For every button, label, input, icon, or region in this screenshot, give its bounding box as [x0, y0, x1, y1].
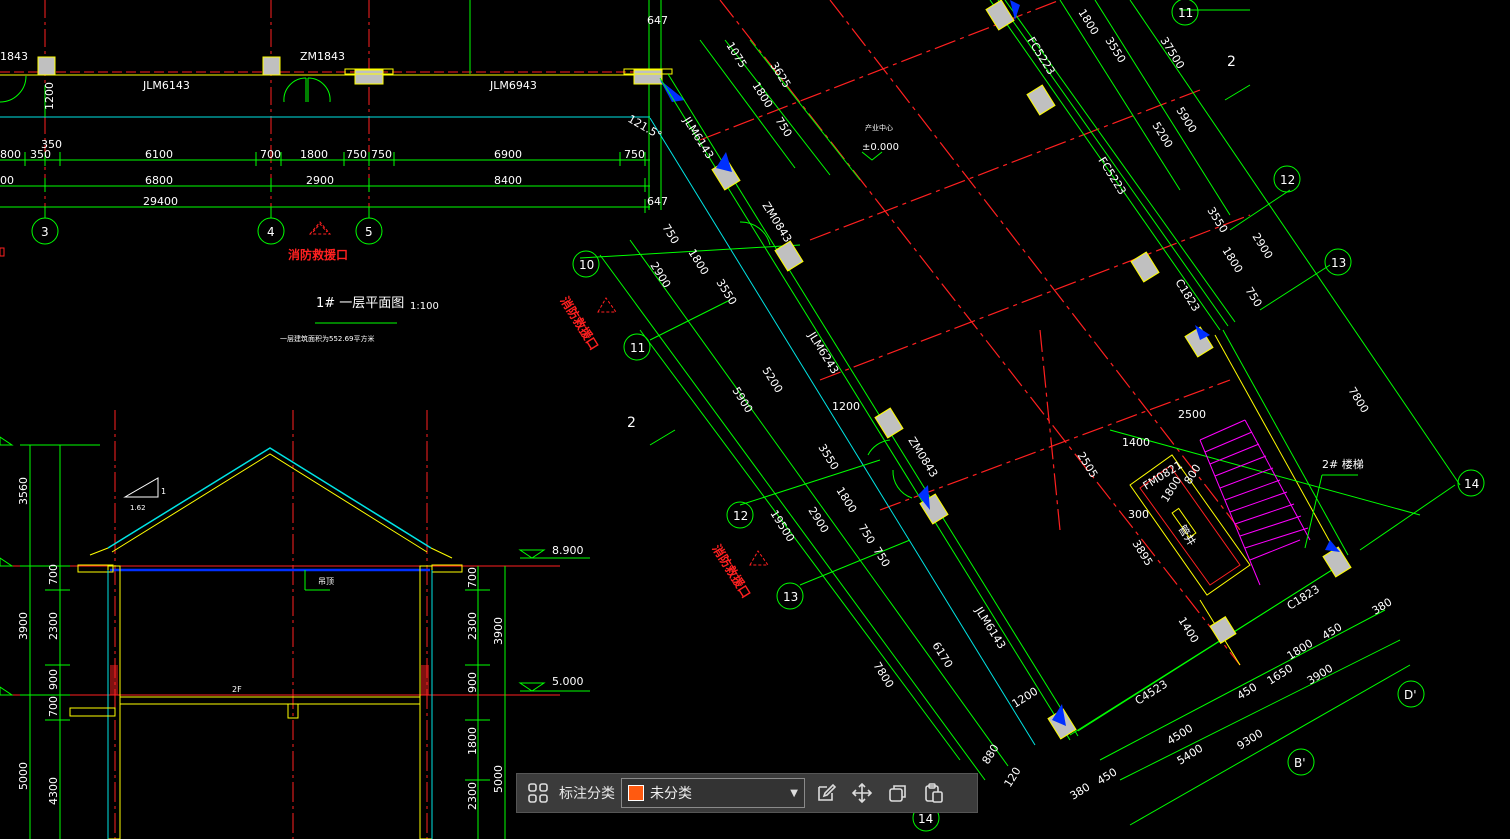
plan-door-jlm6143: JLM6143: [142, 79, 190, 92]
category-color-swatch: [628, 785, 644, 801]
section-dim-l-4: 900: [47, 669, 60, 690]
rot-room-dim-5: 300: [1128, 508, 1149, 521]
rot-axis-l-11: 11: [630, 341, 645, 355]
category-label: 标注分类: [559, 786, 615, 802]
plan-area-note: 一层建筑面积为552.69平方米: [280, 334, 375, 343]
annotation-toolbar: 标注分类 未分类 ▼: [516, 773, 978, 813]
copy-icon: [889, 785, 906, 802]
plan-dim-row2-1: 6800: [145, 174, 173, 187]
plan-door-jlm6943: JLM6943: [489, 79, 537, 92]
plan-door-zm1843: ZM1843: [300, 50, 345, 63]
paste-icon: [925, 783, 943, 803]
category-select[interactable]: 未分类 ▼: [621, 778, 805, 808]
plan-dim-1200: 1200: [43, 82, 56, 110]
section-ceiling-label: 吊顶: [318, 577, 334, 586]
rot-axis-l-13: 13: [783, 590, 798, 604]
section-dim-r-6: 2300: [466, 782, 479, 810]
plan-scale: 1:100: [410, 301, 439, 312]
plan-axis-5: 5: [365, 225, 373, 239]
rot-axis-r-11: 11: [1178, 6, 1193, 20]
plan-dim-350: 350: [41, 138, 62, 151]
plan-title: 1# 一层平面图: [316, 296, 404, 311]
rot-section-mark-2: 2: [1227, 54, 1236, 70]
section-dim-l-7: 4300: [47, 777, 60, 805]
plan-dim-647a: 647: [647, 14, 668, 27]
section-dim-r-5: 5000: [492, 765, 505, 793]
plan-dim-total: 29400: [143, 195, 178, 208]
grid-menu-button[interactable]: [523, 778, 553, 808]
section-floor-label: 2F: [232, 685, 242, 694]
plan-fire-entrance: 消防救援口: [288, 247, 348, 262]
rot-section-mark: 2: [627, 415, 636, 431]
cad-canvas[interactable]: 800 350 6100 700 1800 750 750 6900 750 0…: [0, 0, 1510, 839]
plan-dim-5: 750: [346, 148, 367, 161]
plan-dim-row2-2: 2900: [306, 174, 334, 187]
section-elev-8900: 8.900: [552, 544, 584, 557]
plan-axis-3: 3: [41, 225, 49, 239]
plan-dim-3: 700: [260, 148, 281, 161]
section-dim-l-6: 5000: [17, 762, 30, 790]
plan-dim-4: 1800: [300, 148, 328, 161]
chevron-down-icon: ▼: [790, 787, 798, 799]
rot-room-dim-8: 1200: [832, 400, 860, 413]
plan-dim-0: 800: [0, 148, 21, 161]
section-dim-l-5: 700: [47, 696, 60, 717]
rot-stair-label: 2# 楼梯: [1322, 457, 1364, 471]
rot-axis-r-14: 14: [1464, 477, 1479, 491]
section-dim-l-0: 3560: [17, 477, 30, 505]
plan-dim-row2-0: 00: [0, 174, 14, 187]
paste-button[interactable]: [919, 778, 949, 808]
category-selected: 未分类: [650, 786, 692, 802]
move-icon: [851, 782, 873, 804]
section-elev-5000: 5.000: [552, 675, 584, 688]
rot-axis-r-12: 12: [1280, 173, 1295, 187]
rot-axis-d: D': [1404, 688, 1417, 702]
rot-room-dim-0: 2500: [1178, 408, 1206, 421]
section-dim-l-1: 700: [47, 564, 60, 585]
section-dim-r-2: 3900: [492, 617, 505, 645]
edit-button[interactable]: [811, 778, 841, 808]
edit-icon: [818, 783, 837, 801]
rot-axis-14: 14: [918, 812, 933, 826]
plan-dim-8: 750: [624, 148, 645, 161]
rot-elev-origin: ±0.000: [862, 142, 899, 153]
rot-room-dim-1: 1400: [1122, 436, 1150, 449]
grid-menu-icon: [528, 783, 548, 803]
rot-axis-l-10: 10: [579, 258, 594, 272]
rot-axis-l-12: 12: [733, 509, 748, 523]
copy-button[interactable]: [883, 778, 913, 808]
section-dim-r-1: 2300: [466, 612, 479, 640]
section-dim-r-0: 700: [466, 567, 479, 588]
plan-dim-2: 6100: [145, 148, 173, 161]
rot-axis-r-13: 13: [1331, 256, 1346, 270]
section-dim-l-2: 3900: [17, 612, 30, 640]
section-dim-r-3: 900: [466, 672, 479, 693]
plan-dim-row2-3: 8400: [494, 174, 522, 187]
plan-axis-4: 4: [267, 225, 275, 239]
rot-elev-note: 产业中心: [865, 123, 893, 132]
plan-dim-6: 750: [371, 148, 392, 161]
rot-axis-b: B': [1294, 756, 1306, 770]
section-dim-r-4: 1800: [466, 727, 479, 755]
section-slope-top: 1: [161, 487, 166, 496]
plan-dim-7: 6900: [494, 148, 522, 161]
plan-dim-647b: 647: [647, 195, 668, 208]
section-dim-l-3: 2300: [47, 612, 60, 640]
move-button[interactable]: [847, 778, 877, 808]
plan-door-1843: 1843: [0, 50, 28, 63]
section-slope: 1.62: [130, 504, 146, 512]
